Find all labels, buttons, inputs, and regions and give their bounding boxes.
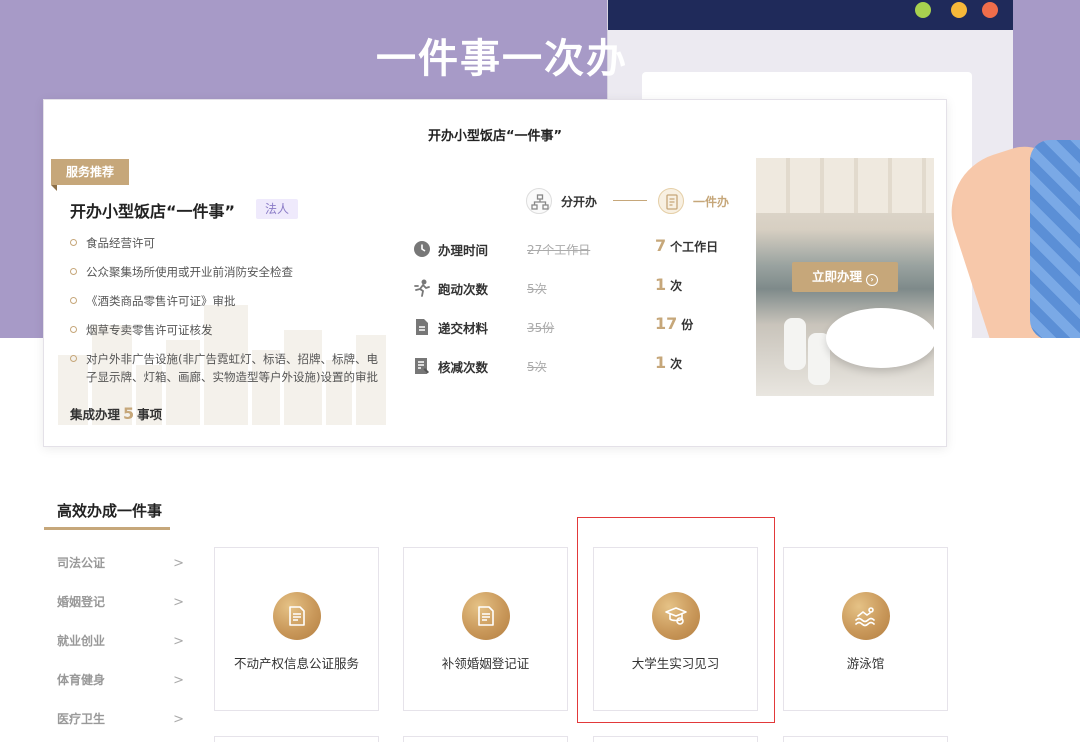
red-dot-icon: [982, 2, 998, 18]
sidebar-item-sports-fitness[interactable]: 体育健身 >: [44, 661, 184, 700]
circle-bullet-icon: [70, 355, 77, 362]
chevron-right-icon: >: [173, 634, 184, 649]
chevron-right-icon: >: [173, 712, 184, 727]
card-heading: 开办小型饭店“一件事”: [427, 129, 563, 144]
clock-icon: [414, 241, 430, 257]
arrow-right-circle-icon: ›: [866, 274, 878, 286]
clipboard-icon: [658, 188, 684, 214]
sidebar-item-medical-health[interactable]: 医疗卫生 >: [44, 700, 184, 739]
integrated-items-list: 食品经营许可 公众聚集场所使用或开业前消防安全检查 《酒类商品零售许可证》审批 …: [70, 234, 386, 397]
circle-bullet-icon: [70, 239, 77, 246]
service-title[interactable]: 开办小型饭店“一件事”: [70, 198, 235, 222]
flow-to-label: 一件办: [693, 195, 730, 209]
featured-service-card: 开办小型饭店“一件事” 服务推荐 开办小型饭店“一件事” 法人 食品经营许可 公…: [43, 99, 947, 447]
swimming-icon: [842, 592, 890, 640]
apply-now-button[interactable]: 立即办理 ›: [792, 262, 898, 292]
sidebar-item-marriage-registration[interactable]: 婚姻登记 >: [44, 583, 184, 622]
list-item: 对户外非广告设施(非广告霓虹灯、标语、招牌、标牌、电子显示牌、灯箱、画廊、实物造…: [70, 350, 386, 386]
flow-connector: [613, 200, 647, 201]
chevron-right-icon: >: [173, 556, 184, 571]
service-tile-swimming-pool[interactable]: 游泳馆: [783, 547, 948, 711]
service-tile-next-row[interactable]: [783, 736, 948, 742]
service-tile-next-row[interactable]: [593, 736, 758, 742]
graduate-icon: [652, 592, 700, 640]
category-sidebar: 司法公证 > 婚姻登记 > 就业创业 > 体育健身 > 医疗卫生 >: [44, 544, 184, 739]
sidebar-item-employment[interactable]: 就业创业 >: [44, 622, 184, 661]
service-tile-property-notary[interactable]: 不动产权信息公证服务: [214, 547, 379, 711]
stat-row: 递交材料 35份 17 份: [410, 314, 740, 353]
list-item: 《酒类商品零售许可证》审批: [70, 292, 386, 310]
document-icon: [416, 319, 428, 335]
certificate-icon: [462, 592, 510, 640]
list-item: 烟草专卖零售许可证核发: [70, 321, 386, 339]
green-dot-icon: [915, 2, 931, 18]
stat-row: 跑动次数 5次 1次: [410, 275, 740, 314]
photo-table: [826, 308, 934, 368]
window-titlebar: [608, 0, 1013, 30]
restaurant-photo: 立即办理 ›: [756, 158, 934, 396]
sidebar-item-judicial-notary[interactable]: 司法公证 >: [44, 544, 184, 583]
integrated-count: 集成办理 5 事项: [70, 404, 163, 423]
hero-title: 一件事一次办: [376, 36, 628, 82]
stat-row: 办理时间 27个工作日 7 个工作日: [410, 236, 740, 275]
service-tile-next-row[interactable]: [214, 736, 379, 742]
org-chart-icon: [526, 188, 552, 214]
stats-table: 办理时间 27个工作日 7 个工作日 跑动次数 5次 1次 递交材料 35份 17…: [410, 236, 740, 392]
chevron-right-icon: >: [173, 673, 184, 688]
form-icon: [415, 358, 429, 374]
section-title-underline: [44, 527, 170, 530]
flow-from-label: 分开办: [561, 195, 598, 209]
stat-row: 核减次数 5次 1次: [410, 353, 740, 392]
running-icon: [414, 279, 430, 297]
list-item: 食品经营许可: [70, 234, 386, 252]
circle-bullet-icon: [70, 297, 77, 304]
circle-bullet-icon: [70, 326, 77, 333]
service-tag: 法人: [256, 199, 299, 219]
document-icon: [273, 592, 321, 640]
chevron-right-icon: >: [173, 595, 184, 610]
service-tile-marriage-certificate[interactable]: 补领婚姻登记证: [403, 547, 568, 711]
list-item: 公众聚集场所使用或开业前消防安全检查: [70, 263, 386, 281]
service-tile-next-row[interactable]: [403, 736, 568, 742]
person-shirt-illustration: [1030, 140, 1080, 338]
section-title: 高效办成一件事: [57, 502, 163, 520]
recommend-ribbon: 服务推荐: [51, 159, 130, 191]
service-tile-student-internship[interactable]: 大学生实习见习: [593, 547, 758, 711]
circle-bullet-icon: [70, 268, 77, 275]
photo-ceiling: [756, 158, 934, 213]
yellow-dot-icon: [951, 2, 967, 18]
photo-chair: [784, 318, 806, 370]
